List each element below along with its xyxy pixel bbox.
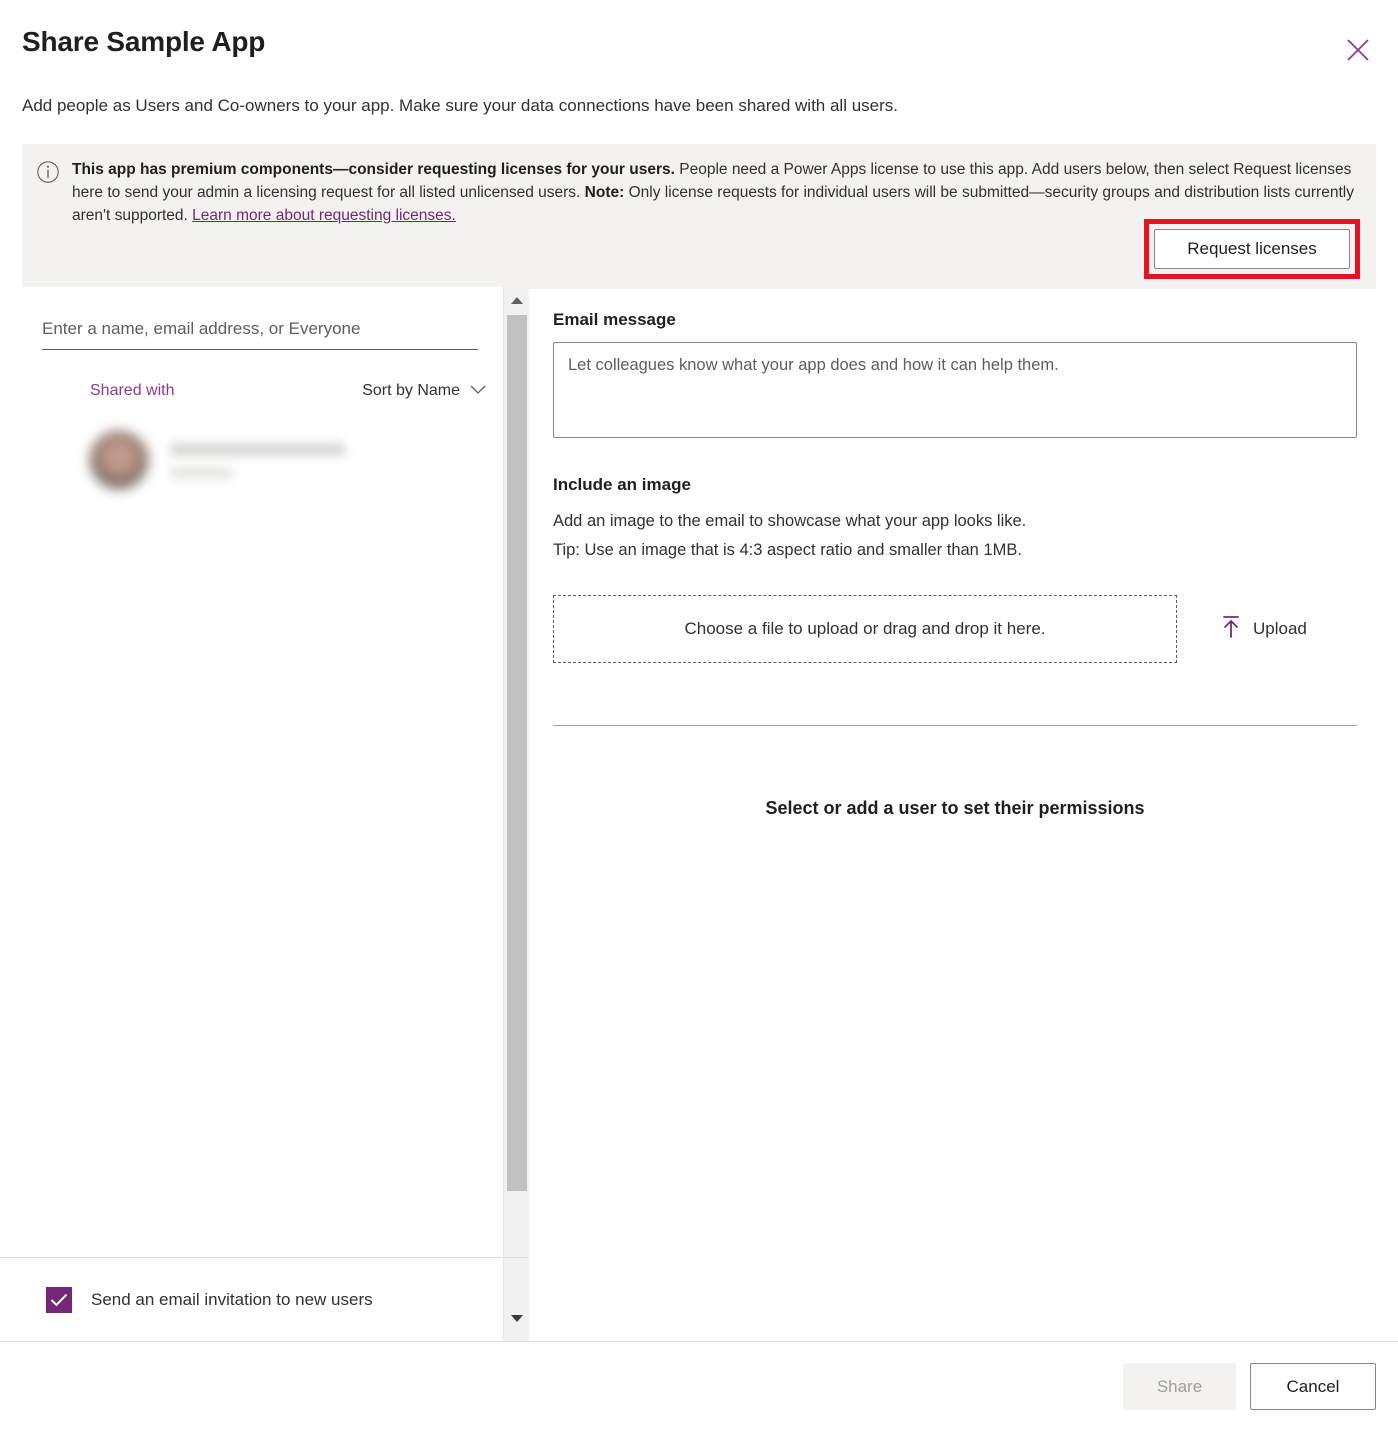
include-image-line-1: Add an image to the email to showcase wh…: [553, 512, 1027, 530]
check-icon: [50, 1293, 68, 1306]
people-picker-panel: Shared with Sort by Name: [0, 287, 529, 1341]
footer-actions: Share Cancel: [1123, 1363, 1376, 1410]
list-item[interactable]: [90, 427, 420, 493]
scrollbar-thumb[interactable]: [507, 315, 527, 1191]
request-licenses-highlight: Request licenses: [1144, 219, 1360, 279]
cancel-button[interactable]: Cancel: [1250, 1363, 1376, 1410]
list-item-text: [170, 442, 420, 478]
section-divider: [553, 725, 1357, 726]
send-email-invitation-row[interactable]: Send an email invitation to new users: [0, 1257, 528, 1341]
dialog-subtitle: Add people as Users and Co-owners to you…: [22, 96, 898, 115]
request-licenses-button[interactable]: Request licenses: [1154, 229, 1350, 269]
info-icon: [36, 158, 62, 277]
premium-license-banner: This app has premium components—consider…: [22, 144, 1376, 289]
email-message-textarea[interactable]: [553, 342, 1357, 438]
banner-bold-lead: This app has premium components—consider…: [72, 161, 675, 178]
people-input-wrap: [42, 319, 478, 350]
banner-action-row: Request licenses: [1144, 219, 1360, 279]
people-search-input[interactable]: [42, 319, 478, 350]
close-button[interactable]: [1340, 32, 1376, 68]
upload-row: Choose a file to upload or drag and drop…: [553, 595, 1357, 663]
sort-by-name-dropdown[interactable]: Sort by Name: [362, 382, 500, 400]
shared-with-label: Shared with: [90, 382, 175, 399]
include-image-title: Include an image: [553, 475, 691, 494]
share-button[interactable]: Share: [1123, 1363, 1236, 1410]
page-title: Share Sample App: [22, 26, 266, 57]
include-image-line-2: Tip: Use an image that is 4:3 aspect rat…: [553, 541, 1022, 559]
include-image-section: Include an image Add an image to the ema…: [553, 475, 1357, 565]
dialog-footer: Share Cancel: [0, 1341, 1398, 1432]
send-email-checkbox[interactable]: [46, 1286, 72, 1313]
upload-button[interactable]: Upload: [1221, 615, 1307, 644]
people-list-scrollbar[interactable]: [503, 287, 529, 1341]
upload-arrow-icon: [1221, 615, 1241, 644]
banner-bold-note: Note:: [584, 184, 625, 201]
learn-more-link[interactable]: Learn more about requesting licenses.: [192, 207, 456, 224]
list-item-name: [170, 442, 345, 456]
file-dropzone[interactable]: Choose a file to upload or drag and drop…: [553, 595, 1177, 663]
list-item-role: [170, 467, 232, 478]
sort-by-name-label: Sort by Name: [362, 382, 460, 399]
email-message-title: Email message: [553, 310, 676, 329]
permissions-empty-state: Select or add a user to set their permis…: [765, 798, 1145, 818]
send-email-checkbox-label: Send an email invitation to new users: [91, 1289, 373, 1309]
upload-button-label: Upload: [1253, 619, 1307, 638]
chevron-down-icon: [470, 382, 486, 400]
avatar: [90, 431, 148, 489]
share-details-panel: Email message Include an image Add an im…: [553, 310, 1357, 819]
shared-with-header: Shared with Sort by Name: [90, 382, 500, 400]
close-icon: [1346, 38, 1370, 62]
scroll-up-arrow-icon[interactable]: [504, 287, 529, 313]
